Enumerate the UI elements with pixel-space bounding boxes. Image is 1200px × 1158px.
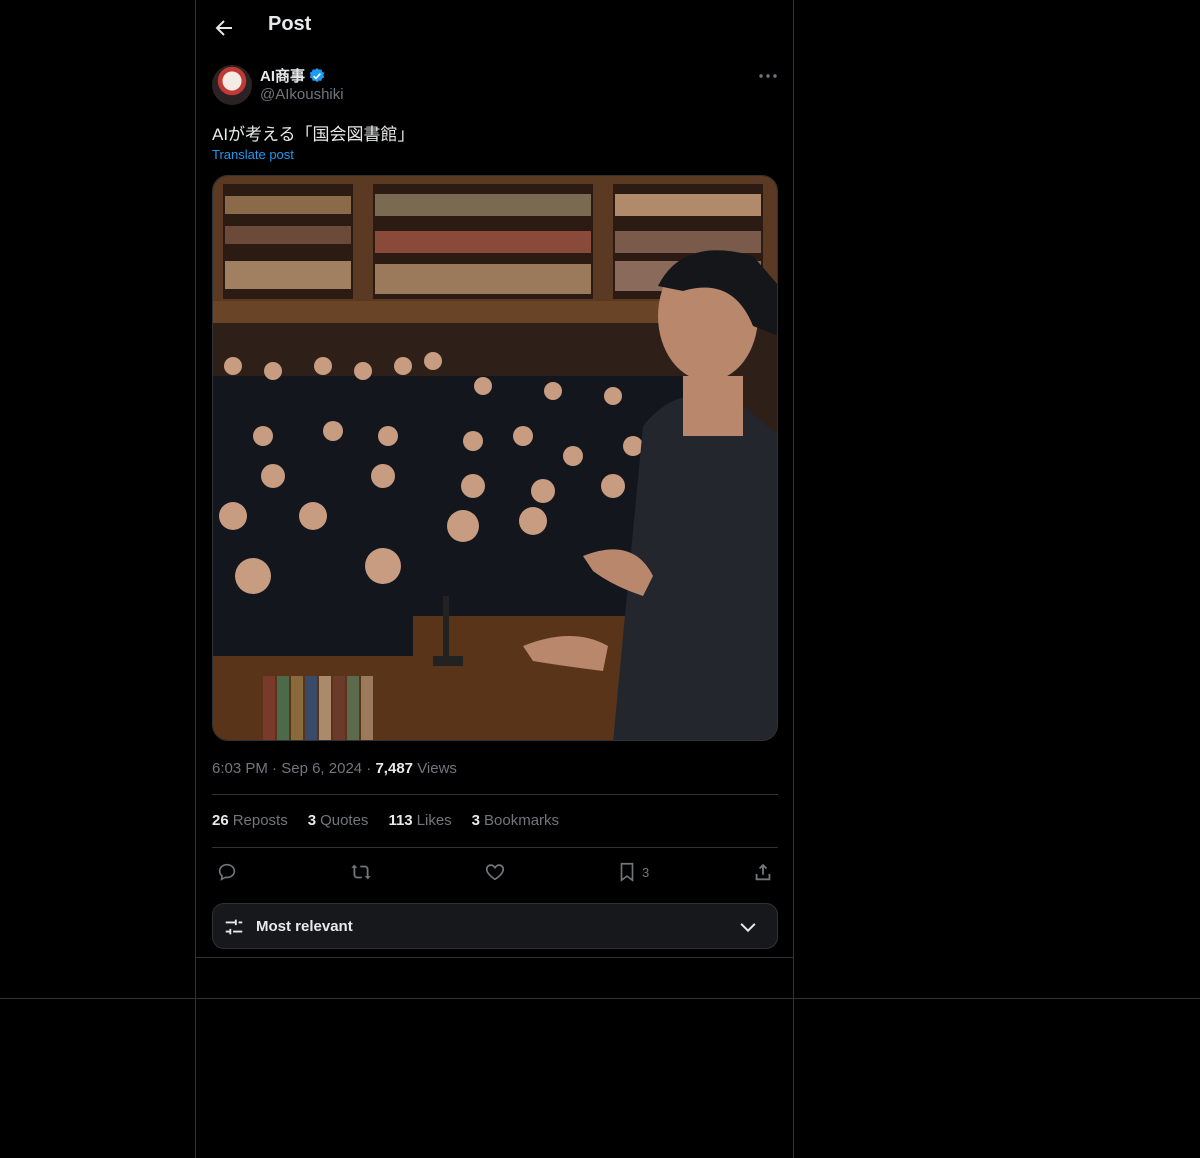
author-name[interactable]: AI商事 — [260, 65, 305, 86]
action-bar: 3 — [212, 858, 778, 886]
verified-badge-icon[interactable] — [308, 67, 326, 85]
post-image[interactable] — [212, 175, 778, 741]
bookmark-count: 3 — [642, 864, 650, 880]
library-hearing-illustration — [213, 176, 777, 740]
repost-icon — [351, 864, 371, 880]
post-text: AIが考える「国会図書館」 — [212, 125, 415, 144]
post-time[interactable]: 6:03 PM — [212, 760, 268, 777]
back-arrow-icon[interactable] — [212, 16, 236, 40]
bookmark-icon — [620, 862, 634, 882]
bookmark-button[interactable]: 3 — [616, 858, 649, 886]
share-icon — [755, 863, 771, 881]
reply-icon — [218, 863, 236, 881]
post-date[interactable]: Sep 6, 2024 — [281, 760, 362, 777]
page-title: Post — [268, 13, 312, 35]
views-label: Views — [417, 760, 457, 777]
like-icon — [485, 864, 505, 881]
avatar[interactable] — [212, 65, 252, 105]
sort-replies-dropdown[interactable]: Most relevant — [212, 903, 778, 949]
repost-button[interactable] — [350, 858, 372, 886]
reposts-stat[interactable]: 26 Reposts — [212, 812, 288, 829]
like-button[interactable] — [484, 858, 506, 886]
sort-label: Most relevant — [256, 918, 353, 935]
sliders-icon — [225, 919, 243, 935]
author-handle[interactable]: @AIkoushiki — [260, 86, 344, 103]
bookmarks-stat[interactable]: 3 Bookmarks — [472, 812, 559, 829]
quotes-stat[interactable]: 3 Quotes — [308, 812, 369, 829]
reply-button[interactable] — [216, 858, 238, 886]
post-header: Post — [196, 0, 794, 56]
post-meta: 6:03 PM · Sep 6, 2024 · 7,487 Views — [212, 760, 457, 777]
chevron-down-icon — [740, 923, 756, 933]
likes-stat[interactable]: 113 Likes — [388, 812, 451, 829]
divider — [196, 957, 794, 958]
meta-separator: · — [272, 760, 282, 777]
divider — [212, 847, 778, 848]
post-stats: 26 Reposts 3 Quotes 113 Likes 3 Bookmarks — [212, 812, 559, 829]
share-button[interactable] — [752, 858, 774, 886]
views-count: 7,487 — [375, 760, 414, 777]
more-icon[interactable] — [756, 64, 780, 88]
divider — [212, 794, 778, 795]
translate-post-link[interactable]: Translate post — [212, 147, 294, 162]
main-column: Post AI商事 @AIkoushiki AIが考える「国会図書館」 Tran… — [195, 0, 794, 1158]
